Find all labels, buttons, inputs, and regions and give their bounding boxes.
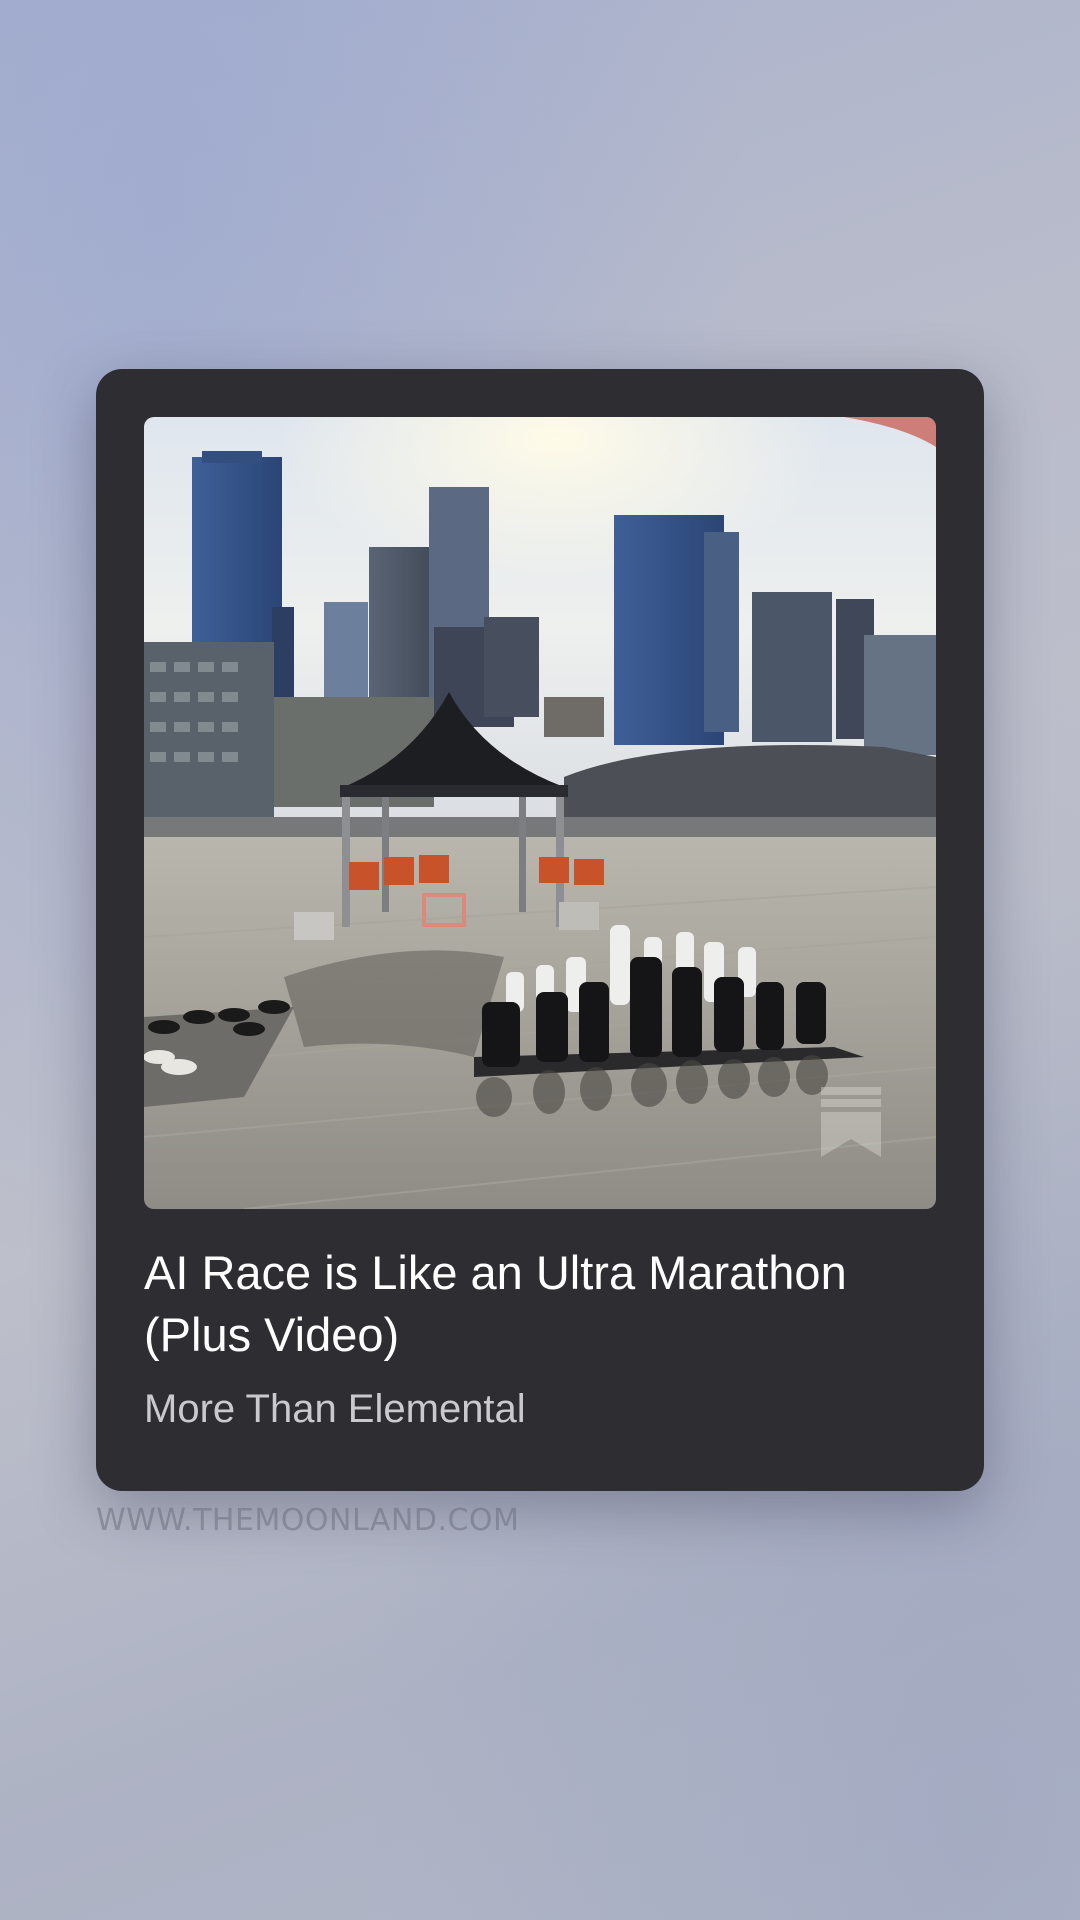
watermark-text: WWW.THEMOONLAND.COM: [96, 1503, 520, 1538]
article-title[interactable]: AI Race is Like an Ultra Marathon (Plus …: [144, 1242, 944, 1366]
article-card[interactable]: AI Race is Like an Ultra Marathon (Plus …: [96, 369, 984, 1491]
article-source: More Than Elemental: [144, 1387, 526, 1431]
article-thumbnail: [144, 417, 936, 1209]
